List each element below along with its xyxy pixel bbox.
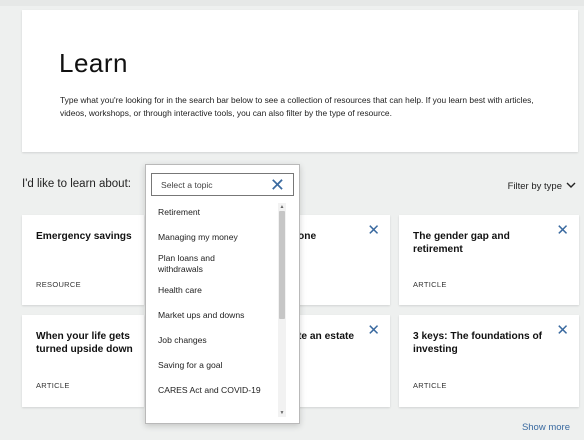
card-title-fragment: te an estate — [298, 331, 355, 342]
resource-card[interactable]: 3 keys: The foundations of investing ART… — [399, 315, 579, 407]
topic-option[interactable]: Job changes — [158, 335, 278, 346]
filter-by-type-label: Filter by type — [507, 181, 562, 192]
card-type: RESOURCE — [36, 280, 81, 289]
topic-option[interactable]: Market ups and downs — [158, 310, 278, 321]
card-title-fragment: one — [298, 231, 317, 242]
topic-option[interactable]: CARES Act and COVID-19 — [158, 385, 278, 396]
topic-label: I'd like to learn about: — [22, 178, 131, 190]
resource-card[interactable]: The gender gap and retirement ARTICLE ✕ — [399, 215, 579, 305]
close-icon[interactable]: ✕ — [556, 223, 569, 238]
close-icon[interactable]: ✕ — [367, 223, 380, 238]
dropdown-scrollbar[interactable]: ▲ ▼ — [278, 203, 286, 417]
page-title: Learn — [59, 48, 128, 78]
card-title: When your life gets turned upside down — [36, 331, 133, 355]
learn-hero: Learn Type what you're looking for in th… — [22, 10, 578, 152]
clear-icon[interactable]: ✕ — [270, 175, 285, 195]
card-title: The gender gap and retirement — [413, 231, 510, 255]
card-type: ARTICLE — [413, 280, 447, 289]
card-type: ARTICLE — [36, 381, 70, 390]
topic-placeholder: Select a topic — [161, 180, 213, 190]
page-top-border — [0, 0, 584, 6]
scrollbar-thumb[interactable] — [279, 211, 285, 319]
topic-option[interactable]: Retirement — [158, 207, 278, 218]
card-title: 3 keys: The foundations of investing — [413, 331, 543, 355]
filter-by-type-button[interactable]: Filter by type — [508, 181, 576, 192]
show-more-link[interactable]: Show more — [522, 422, 570, 433]
page-description: Type what you're looking for in the sear… — [60, 95, 534, 118]
chevron-down-icon — [566, 181, 576, 192]
topic-option[interactable]: Managing my money — [158, 232, 278, 243]
topic-option[interactable]: Plan loans and withdrawals — [158, 253, 240, 275]
topic-search-input[interactable]: Select a topic ✕ — [151, 173, 294, 196]
scroll-up-icon[interactable]: ▲ — [278, 204, 286, 210]
topic-option[interactable]: Saving for a goal — [158, 360, 278, 371]
scroll-down-icon[interactable]: ▼ — [278, 410, 286, 416]
topic-options-list: Retirement Managing my money Plan loans … — [158, 207, 278, 396]
resource-card[interactable]: When your life gets turned upside down A… — [22, 315, 144, 407]
close-icon[interactable]: ✕ — [367, 323, 380, 338]
card-title: Emergency savings — [36, 231, 132, 242]
close-icon[interactable]: ✕ — [556, 323, 569, 338]
topic-dropdown[interactable]: Select a topic ✕ Retirement Managing my … — [145, 164, 300, 424]
topic-option[interactable]: Health care — [158, 285, 278, 296]
card-type: ARTICLE — [413, 381, 447, 390]
resource-card[interactable]: Emergency savings RESOURCE — [22, 215, 144, 305]
